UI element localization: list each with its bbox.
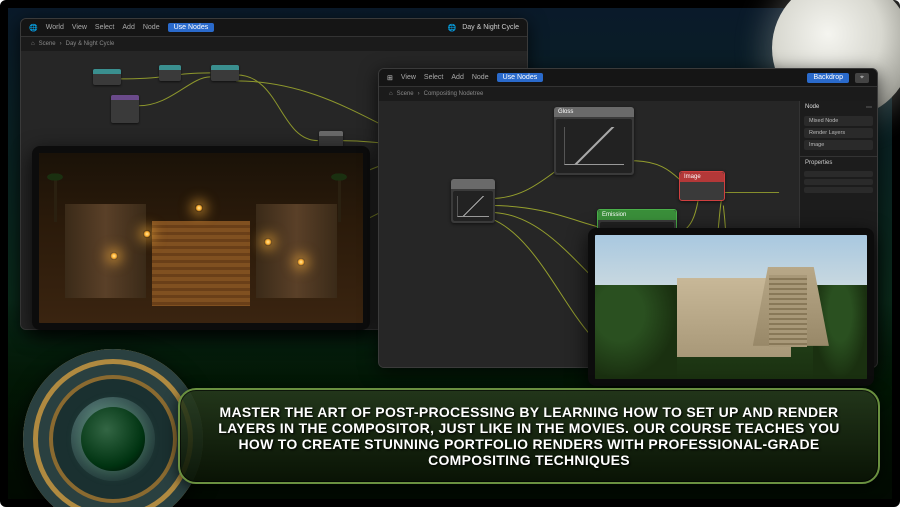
editor1-subbar: ⌂ Scene › Day & Night Cycle [21, 37, 527, 51]
sidepanel-prop[interactable] [804, 179, 873, 185]
menu-node[interactable]: Node [143, 24, 160, 31]
sidepanel-row-renderlayers[interactable]: Render Layers [804, 128, 873, 138]
editor2-topbar: ⊞ View Select Add Node Use Nodes Backdro… [379, 69, 877, 87]
crumb-nodetree[interactable]: Compositing Nodetree [424, 91, 484, 97]
crumb-world[interactable]: Day & Night Cycle [66, 41, 115, 47]
menu-select[interactable]: Select [95, 24, 114, 31]
sidepanel-section-mixed[interactable]: Mixed Node [804, 116, 873, 126]
render-preview-night [32, 146, 370, 330]
tree-icon: ⌂ [389, 91, 393, 97]
editor1-title-icon: 🌐 [29, 24, 38, 32]
editor1-topbar: 🌐 World View Select Add Node Use Nodes 🌐… [21, 19, 527, 37]
chevron-right-icon: › [418, 91, 420, 97]
crumb-scene[interactable]: Scene [39, 41, 56, 47]
sidepanel-header: Node [805, 104, 819, 111]
node-header[interactable] [451, 179, 495, 189]
menu-add[interactable]: Add [122, 24, 134, 31]
menu-add[interactable]: Add [451, 74, 463, 81]
node-emission-a[interactable]: Emission [598, 210, 676, 220]
render-preview-day [588, 228, 874, 386]
tree-icon: ⌂ [31, 41, 35, 47]
snap-icon[interactable]: ⌖ [855, 73, 869, 83]
stage: 🌐 World View Select Add Node Use Nodes 🌐… [0, 0, 900, 507]
menu-select[interactable]: Select [424, 74, 443, 81]
menu-view[interactable]: View [72, 24, 87, 31]
node-gloss[interactable]: Gloss [554, 107, 634, 117]
crumb-scene[interactable]: Scene [397, 91, 414, 97]
editor2-subbar: ⌂ Scene › Compositing Nodetree [379, 87, 877, 101]
sidepanel-prop[interactable] [804, 187, 873, 193]
menu-view[interactable]: View [401, 74, 416, 81]
sidepanel-section-props[interactable]: Properties [800, 156, 877, 169]
backdrop-toggle[interactable]: Backdrop [807, 73, 849, 83]
compositor-icon: ⊞ [387, 74, 393, 82]
node[interactable] [159, 65, 181, 81]
sidepanel-prop[interactable] [804, 171, 873, 177]
use-nodes-toggle[interactable]: Use Nodes [497, 73, 544, 82]
use-nodes-toggle[interactable]: Use Nodes [168, 23, 215, 32]
node[interactable] [93, 69, 121, 85]
editor1-title: World [46, 24, 64, 31]
menu-node[interactable]: Node [472, 74, 489, 81]
sidepanel-close-icon[interactable]: ⋯ [866, 104, 872, 111]
chevron-right-icon: › [60, 41, 62, 47]
world-slot-icon[interactable]: 🌐 [447, 24, 456, 32]
node-image[interactable]: Image [680, 172, 724, 182]
node[interactable] [111, 95, 139, 123]
sidepanel-row-image[interactable]: Image [804, 140, 873, 150]
marketing-banner: MASTER THE ART OF POST-PROCESSING BY LEA… [178, 388, 880, 484]
editor1-right-label: Day & Night Cycle [462, 24, 519, 32]
node[interactable] [211, 65, 239, 81]
